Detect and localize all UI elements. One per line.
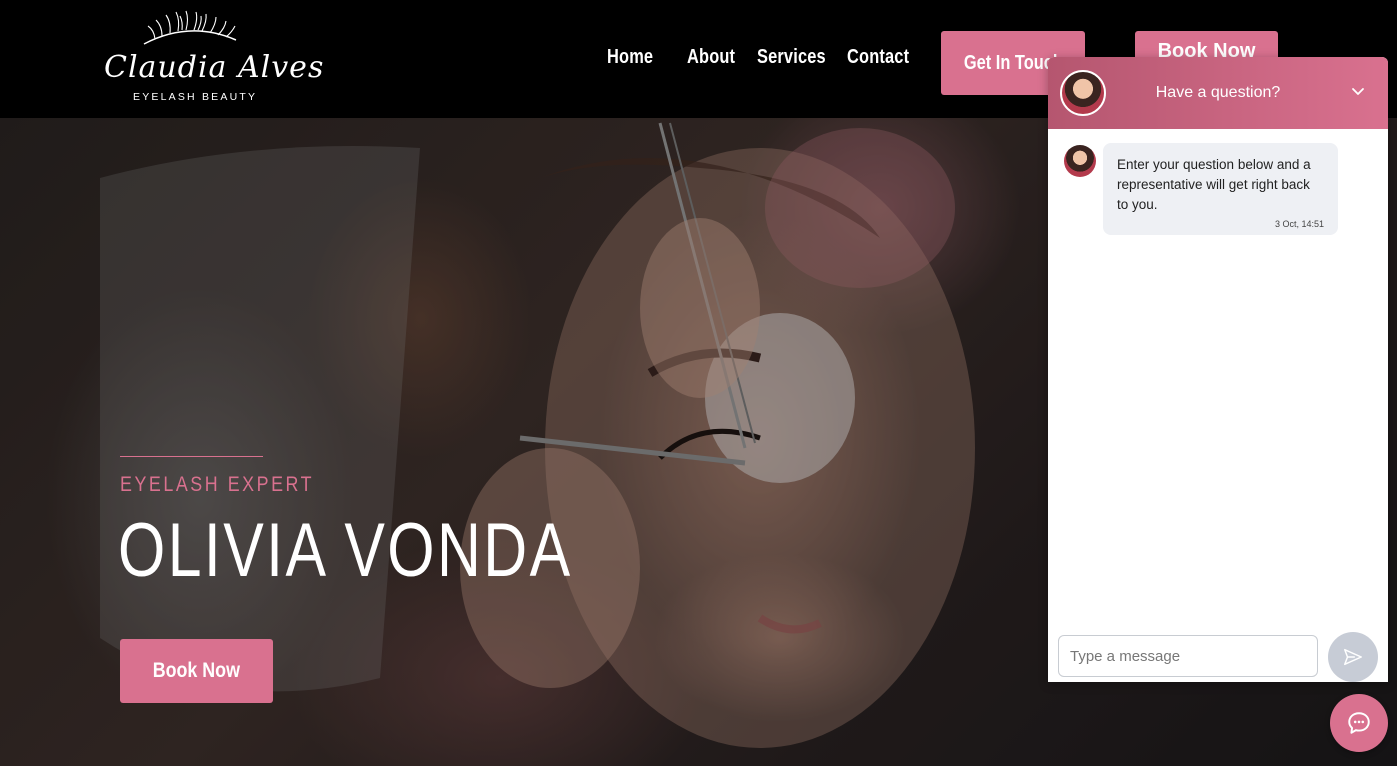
send-icon [1344, 648, 1362, 666]
chat-message: Enter your question below and a represen… [1064, 143, 1338, 235]
send-button[interactable] [1328, 632, 1378, 682]
message-timestamp: 3 Oct, 14:51 [1274, 219, 1324, 229]
chat-bubble-icon [1348, 712, 1370, 734]
book-now-label: Book Now [152, 659, 241, 682]
nav-about[interactable]: About [687, 46, 735, 69]
book-now-button[interactable]: Book Now [120, 639, 273, 703]
brand-tagline: EYELASH BEAUTY [133, 91, 258, 103]
chat-widget: Have a question? Enter your question bel… [1048, 57, 1388, 682]
chat-title: Have a question? [1155, 84, 1281, 101]
eyelash-logo-icon [143, 10, 237, 45]
message-text: Enter your question below and a represen… [1117, 157, 1311, 212]
main-nav: Home About Services Contact [607, 46, 917, 69]
nav-home[interactable]: Home [607, 46, 656, 69]
hero-kicker: EYELASH EXPERT [120, 473, 315, 496]
chevron-down-icon[interactable] [1350, 83, 1366, 99]
brand-name: Claudia Alves [104, 50, 325, 85]
nav-services[interactable]: Services [757, 46, 826, 69]
hero-divider [120, 456, 263, 457]
chat-header[interactable]: Have a question? [1048, 57, 1388, 129]
hero-title: OLIVIA VONDA [118, 508, 573, 593]
nav-contact[interactable]: Contact [847, 46, 909, 69]
brand-logo[interactable]: Claudia Alves EYELASH BEAUTY [100, 10, 323, 105]
chat-message-input[interactable] [1058, 635, 1318, 677]
message-bubble: Enter your question below and a represen… [1103, 143, 1338, 235]
chat-launcher-button[interactable] [1330, 694, 1388, 752]
message-avatar [1064, 145, 1096, 177]
